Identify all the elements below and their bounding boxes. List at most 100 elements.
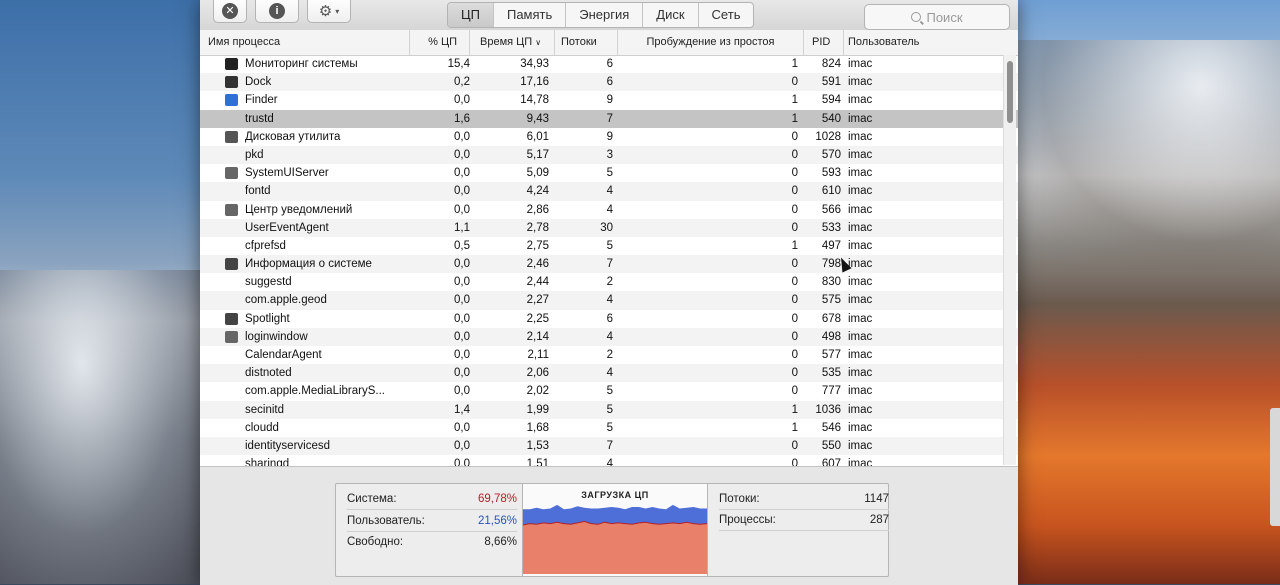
spotlight-icon bbox=[225, 312, 238, 325]
thread-count: 4 bbox=[606, 294, 613, 307]
sort-descending-icon: ∨ bbox=[535, 38, 542, 47]
idle-wake-ups: 0 bbox=[791, 221, 798, 234]
dock-icon bbox=[225, 76, 238, 89]
tab-disk[interactable]: Диск bbox=[643, 3, 699, 27]
disk-utility-icon bbox=[225, 130, 238, 143]
table-row[interactable]: SystemUIServer 0,0 5,09 5 0 593 imac bbox=[200, 164, 1018, 182]
notification-center-icon bbox=[225, 203, 238, 216]
user-name: imac bbox=[848, 258, 873, 271]
column-header-threads[interactable]: Потоки bbox=[555, 30, 618, 55]
stop-process-button[interactable]: ✕ bbox=[213, 0, 247, 23]
action-menu-button[interactable]: ⚙ ▾ bbox=[307, 0, 351, 23]
thread-count: 4 bbox=[606, 458, 613, 466]
cpu-time: 2,06 bbox=[526, 367, 549, 380]
process-name: trustd bbox=[245, 112, 274, 125]
cpu-load-stats: Система: 69,78% Пользователь: 21,56% Сво… bbox=[336, 484, 522, 576]
search-field[interactable]: Поиск bbox=[864, 4, 1010, 30]
table-row[interactable]: trustd 1,6 9,43 7 1 540 imac bbox=[200, 109, 1018, 128]
table-row[interactable]: com.apple.geod 0,0 2,27 4 0 575 imac bbox=[200, 291, 1018, 310]
thread-count: 3 bbox=[606, 148, 613, 161]
column-header-wake[interactable]: Пробуждение из простоя bbox=[618, 30, 804, 55]
user-name: imac bbox=[848, 439, 873, 452]
tab-cpu[interactable]: ЦП bbox=[448, 3, 494, 27]
user-name: imac bbox=[848, 349, 873, 361]
thread-count: 5 bbox=[606, 403, 613, 416]
table-row[interactable]: secinitd 1,4 1,99 5 1 1036 imac bbox=[200, 400, 1018, 419]
dock-edge[interactable] bbox=[1270, 408, 1280, 526]
table-row[interactable]: Dock 0,2 17,16 6 0 591 imac bbox=[200, 73, 1018, 92]
cpu-time: 2,46 bbox=[526, 258, 549, 271]
table-row[interactable]: identityservicesd 0,0 1,53 7 0 550 imac bbox=[200, 436, 1018, 456]
idle-wake-ups: 0 bbox=[791, 76, 798, 89]
user-name: imac bbox=[848, 330, 873, 343]
table-row[interactable]: CalendarAgent 0,0 2,11 2 0 577 imac bbox=[200, 346, 1018, 364]
cpu-time: 5,17 bbox=[526, 148, 549, 161]
cpu-time: 2,86 bbox=[526, 203, 549, 216]
idle-wake-ups: 0 bbox=[791, 167, 798, 180]
table-row[interactable]: loginwindow 0,0 2,14 4 0 498 imac bbox=[200, 327, 1018, 346]
scroll-thumb[interactable] bbox=[1007, 61, 1013, 123]
cpu-load-chart bbox=[523, 504, 707, 574]
cpu-percent: 0,5 bbox=[454, 239, 470, 252]
process-name: Центр уведомлений bbox=[245, 203, 353, 216]
process-name: loginwindow bbox=[245, 330, 308, 343]
thread-count: 4 bbox=[606, 367, 613, 380]
pid: 610 bbox=[821, 185, 841, 198]
table-row[interactable]: UserEventAgent 1,1 2,78 30 0 533 imac bbox=[200, 218, 1018, 237]
user-name: imac bbox=[848, 421, 873, 434]
pid: 498 bbox=[821, 330, 841, 343]
table-row[interactable]: com.apple.MediaLibraryS... 0,0 2,02 5 0 777 im… bbox=[200, 382, 1018, 400]
table-row[interactable]: distnoted 0,0 2,06 4 0 535 imac bbox=[200, 364, 1018, 383]
vertical-scrollbar[interactable] bbox=[1003, 55, 1016, 465]
pid: 540 bbox=[821, 112, 841, 125]
tab-energy[interactable]: Энергия bbox=[566, 3, 644, 27]
user-name: imac bbox=[848, 403, 873, 416]
column-header-user[interactable]: Пользователь bbox=[844, 30, 1004, 55]
process-name: cfprefsd bbox=[245, 239, 286, 252]
user-name: imac bbox=[848, 221, 873, 234]
pid: 533 bbox=[821, 221, 841, 234]
table-row[interactable]: Центр уведомлений 0,0 2,86 4 0 566 imac bbox=[200, 201, 1018, 219]
thread-count: 2 bbox=[606, 276, 613, 289]
cpu-percent: 0,0 bbox=[454, 458, 470, 466]
stat-processes-value: 287 bbox=[869, 514, 889, 526]
thread-count: 7 bbox=[606, 258, 613, 271]
table-row[interactable]: Дисковая утилита 0,0 6,01 9 0 1028 imac bbox=[200, 128, 1018, 146]
table-row[interactable]: pkd 0,0 5,17 3 0 570 imac bbox=[200, 145, 1018, 165]
table-row[interactable]: suggestd 0,0 2,44 2 0 830 imac bbox=[200, 273, 1018, 291]
cpu-time: 2,78 bbox=[526, 221, 549, 234]
table-row[interactable]: sharingd 0,0 1,51 4 0 607 imac bbox=[200, 455, 1018, 466]
idle-wake-ups: 0 bbox=[791, 367, 798, 380]
idle-wake-ups: 0 bbox=[791, 258, 798, 271]
table-row[interactable]: fontd 0,0 4,24 4 0 610 imac bbox=[200, 182, 1018, 201]
column-header-pid[interactable]: PID bbox=[804, 30, 844, 55]
user-name: imac bbox=[848, 203, 873, 216]
thread-count: 9 bbox=[606, 130, 613, 143]
column-header-name[interactable]: Имя процесса bbox=[204, 30, 410, 55]
table-row[interactable]: cfprefsd 0,5 2,75 5 1 497 imac bbox=[200, 237, 1018, 255]
stat-system-value: 69,78% bbox=[477, 493, 517, 505]
thread-count: 6 bbox=[606, 76, 613, 89]
thread-count: 30 bbox=[600, 221, 613, 234]
process-name: Информация о системе bbox=[245, 258, 372, 271]
cpu-time: 2,25 bbox=[526, 312, 549, 325]
toolbar: ✕ i ⚙ ▾ ЦП Память Энергия Диск Сеть Поис… bbox=[200, 0, 1018, 31]
cpu-percent: 0,0 bbox=[454, 130, 470, 143]
cpu-time: 2,75 bbox=[526, 239, 549, 252]
tab-network[interactable]: Сеть bbox=[699, 3, 754, 27]
table-row[interactable]: Spotlight 0,0 2,25 6 0 678 imac bbox=[200, 310, 1018, 328]
user-name: imac bbox=[848, 458, 873, 466]
table-row[interactable]: Мониторинг системы 15,4 34,93 6 1 824 imac bbox=[200, 55, 1018, 73]
table-row[interactable]: Finder 0,0 14,78 9 1 594 imac bbox=[200, 91, 1018, 109]
tab-memory[interactable]: Память bbox=[494, 3, 567, 27]
table-row[interactable]: cloudd 0,0 1,68 5 1 546 imac bbox=[200, 419, 1018, 437]
cpu-time: 2,02 bbox=[526, 385, 549, 398]
stat-system-label: Система: bbox=[347, 493, 397, 505]
cpu-percent: 0,0 bbox=[454, 276, 470, 289]
desktop-wallpaper-right bbox=[1016, 0, 1280, 584]
table-row[interactable]: Информация о системе 0,0 2,46 7 0 798 imac bbox=[200, 255, 1018, 274]
stat-idle-label: Свободно: bbox=[347, 536, 404, 548]
column-header-cpu-time[interactable]: Время ЦП ∨ bbox=[470, 30, 555, 55]
column-header-cpu[interactable]: % ЦП bbox=[410, 30, 470, 55]
info-button[interactable]: i bbox=[255, 0, 299, 23]
